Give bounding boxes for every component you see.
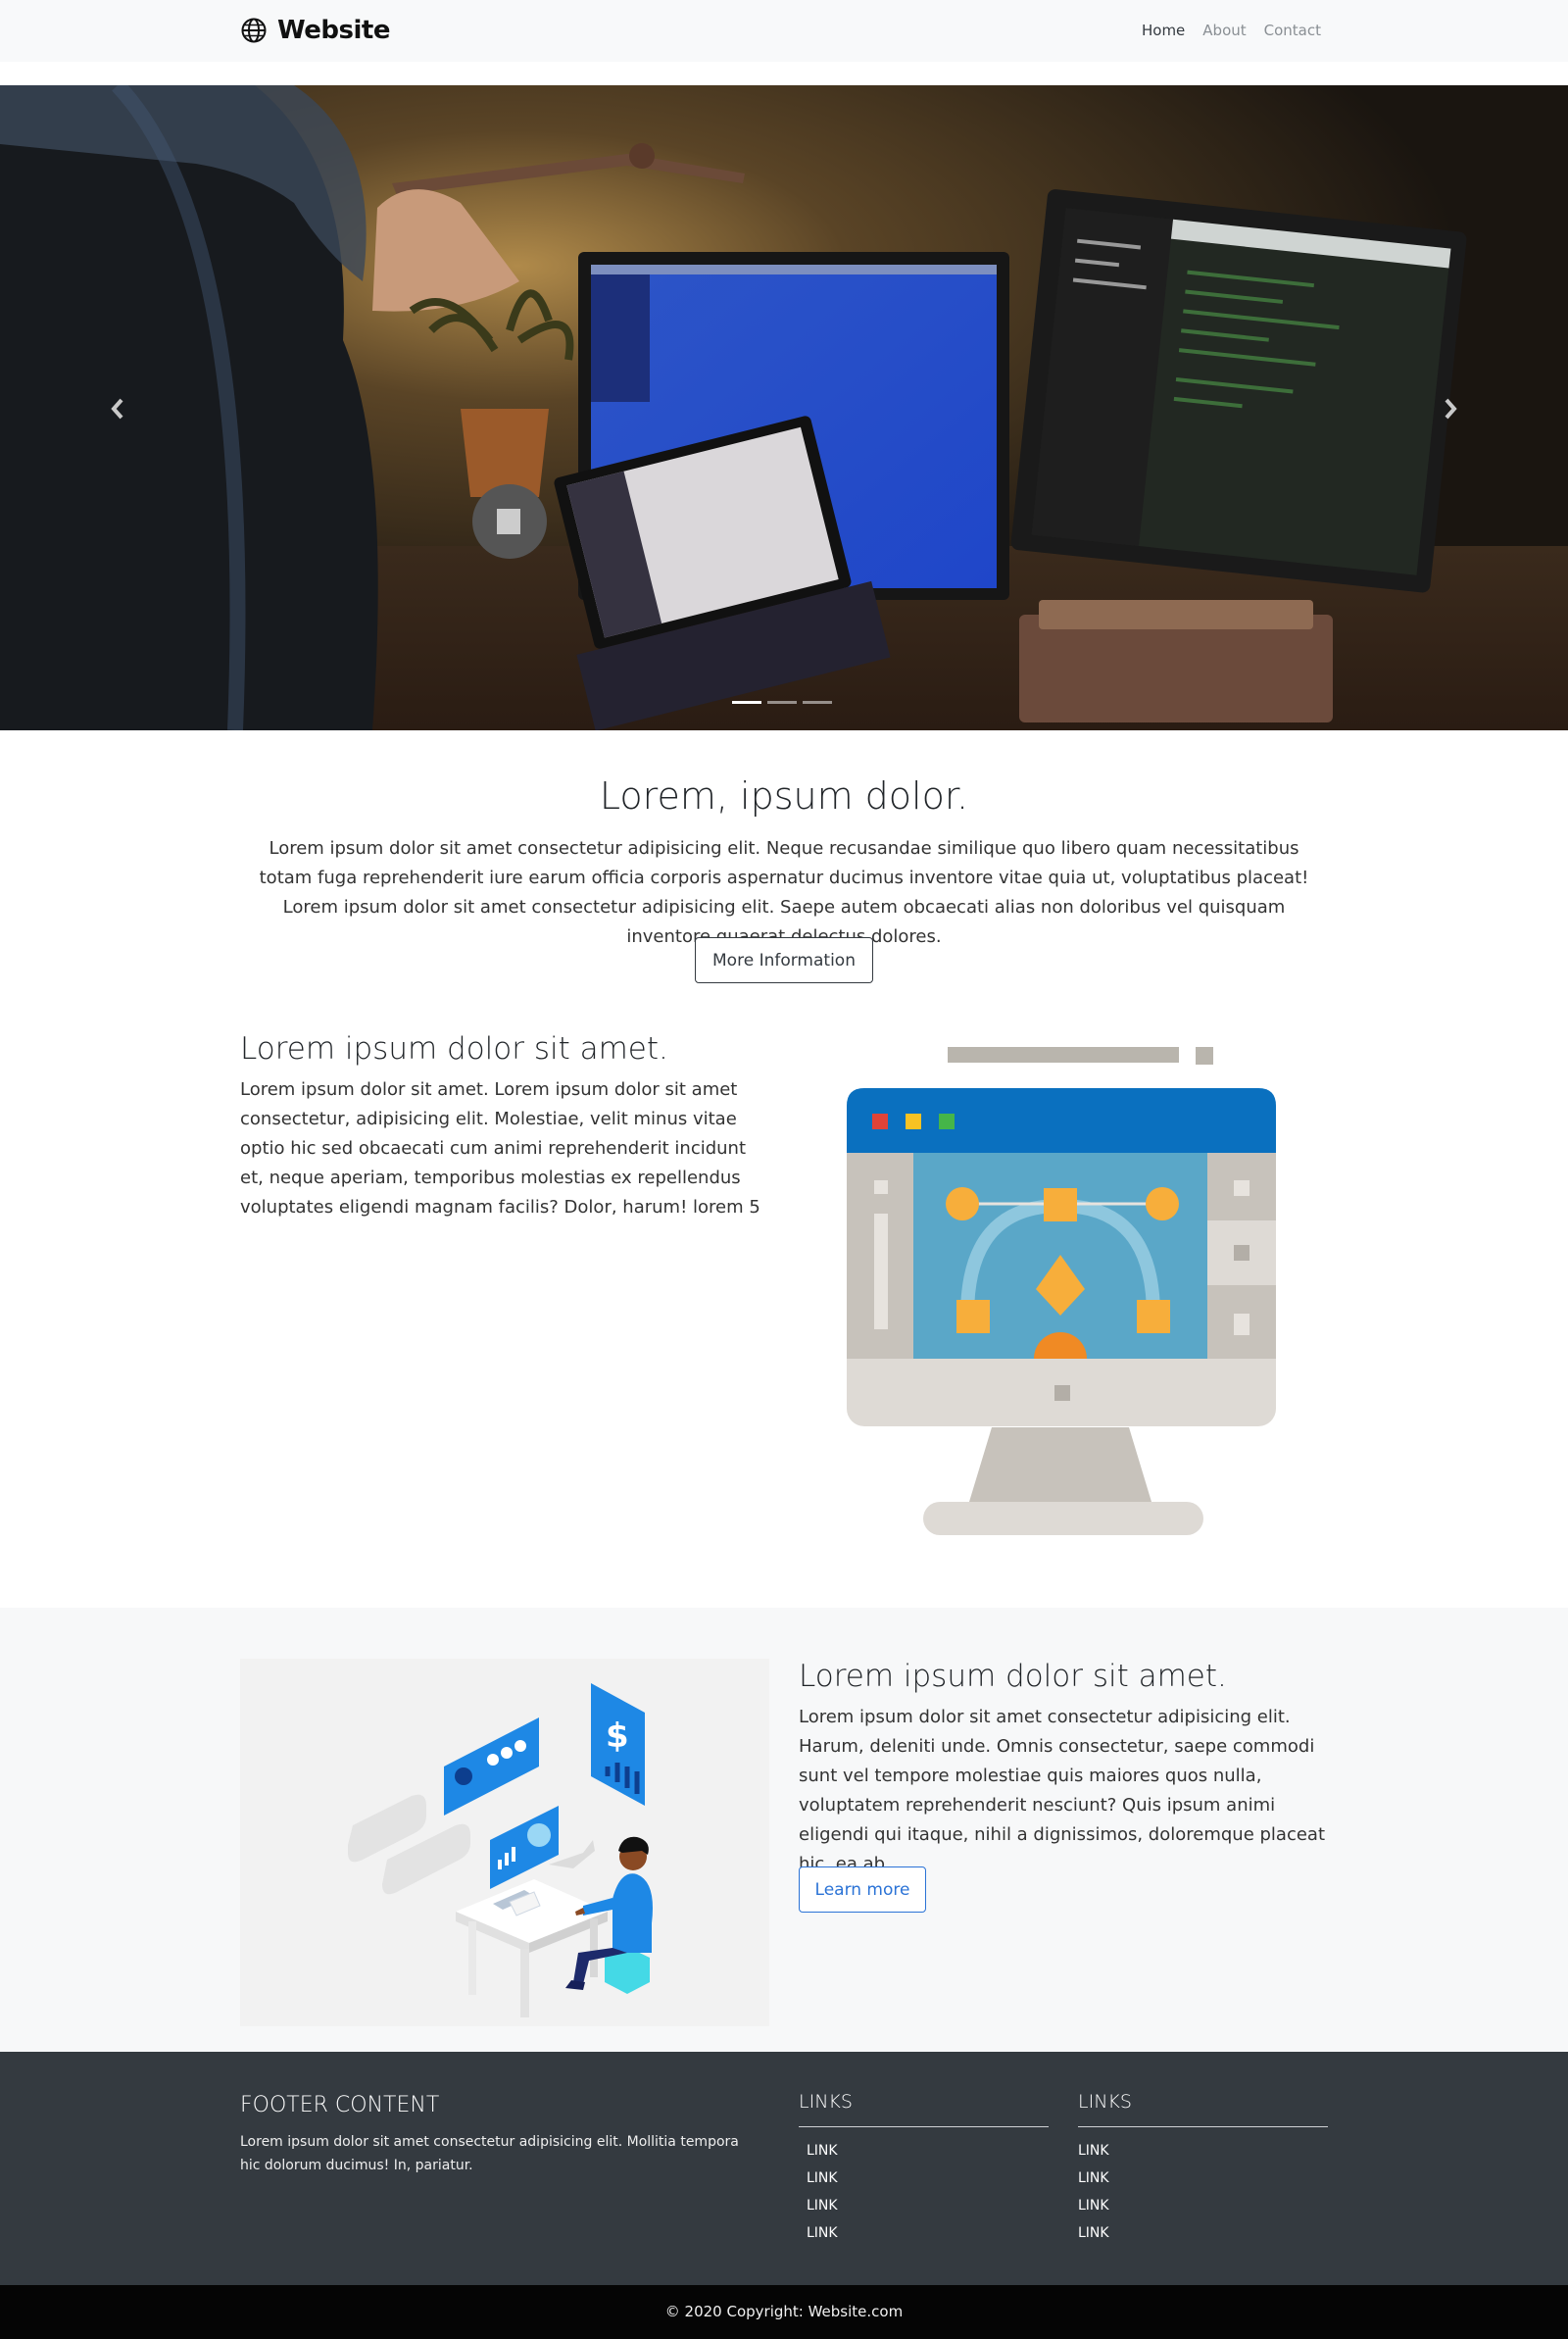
intro-text: Lorem ipsum dolor sit amet consectetur a… <box>259 838 1309 947</box>
carousel-next-button[interactable] <box>1426 384 1475 433</box>
globe-icon <box>241 18 267 43</box>
carousel-indicators <box>732 701 832 704</box>
brand-name: Website <box>277 16 390 45</box>
nav-link-home[interactable]: Home <box>1142 22 1185 39</box>
footer-links-column-2: LINKS LINK LINK LINK LINK <box>1078 2091 1328 2247</box>
learn-more-button[interactable]: Learn more <box>799 1866 926 1913</box>
copyright-bar: © 2020 Copyright: Website.com <box>0 2285 1568 2339</box>
footer-link[interactable]: LINK <box>1078 2165 1328 2192</box>
feature-2-section <box>0 1608 1568 2052</box>
footer-link[interactable]: LINK <box>1078 2192 1328 2219</box>
nav-link-about[interactable]: About <box>1202 22 1246 39</box>
design-monitor-illustration <box>847 1047 1276 1535</box>
feature-1-title: Lorem ipsum dolor sit amet. <box>240 1031 668 1067</box>
chevron-left-icon <box>111 398 123 420</box>
carousel-indicator[interactable] <box>732 701 761 704</box>
intro-title: Lorem, ipsum dolor. <box>599 774 969 818</box>
footer: FOOTER CONTENT Lorem ipsum dolor sit ame… <box>0 2052 1568 2285</box>
carousel-indicator[interactable] <box>767 701 797 704</box>
carousel-prev-button[interactable] <box>93 384 142 433</box>
footer-links-column-1: LINKS LINK LINK LINK LINK <box>799 2091 1049 2247</box>
more-information-button[interactable]: More Information <box>695 937 873 983</box>
footer-links-heading: LINKS <box>1078 2091 1328 2127</box>
svg-text:$: $ <box>606 1717 629 1756</box>
footer-text: Lorem ipsum dolor sit amet consectetur a… <box>240 2134 739 2173</box>
footer-link[interactable]: LINK <box>799 2137 1049 2165</box>
carousel-indicator[interactable] <box>803 701 832 704</box>
analytics-workspace-illustration: $ <box>240 1659 769 2026</box>
hero-image <box>0 85 1568 730</box>
nav-link-contact[interactable]: Contact <box>1264 22 1321 39</box>
nav-menu: Home About Contact <box>1142 22 1321 39</box>
feature-2-text: Lorem ipsum dolor sit amet consectetur a… <box>799 1707 1326 1874</box>
footer-link[interactable]: LINK <box>799 2165 1049 2192</box>
feature-1-text: Lorem ipsum dolor sit amet. Lorem ipsum … <box>240 1079 760 1218</box>
footer-link[interactable]: LINK <box>799 2192 1049 2219</box>
footer-link[interactable]: LINK <box>799 2219 1049 2247</box>
footer-link[interactable]: LINK <box>1078 2137 1328 2165</box>
navbar: Website Home About Contact <box>0 0 1568 62</box>
hero-carousel <box>0 85 1568 730</box>
footer-title: FOOTER CONTENT <box>240 2093 440 2117</box>
footer-link[interactable]: LINK <box>1078 2219 1328 2247</box>
chevron-right-icon <box>1445 398 1457 420</box>
feature-2-title: Lorem ipsum dolor sit amet. <box>799 1659 1227 1694</box>
brand-link[interactable]: Website <box>240 13 390 48</box>
footer-links-heading: LINKS <box>799 2091 1049 2127</box>
